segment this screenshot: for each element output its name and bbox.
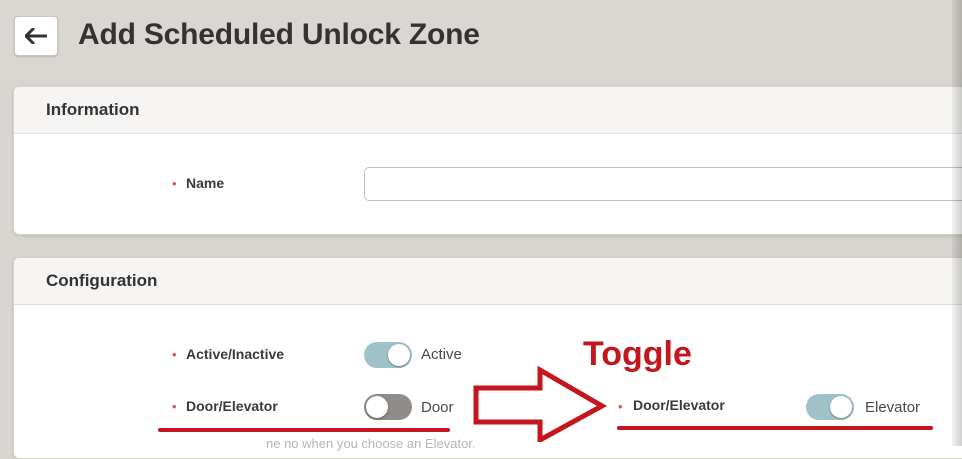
required-mark: •: [172, 347, 177, 362]
underline-door: [158, 428, 450, 432]
door-toggle[interactable]: [364, 394, 412, 420]
toggle-knob: [388, 344, 410, 366]
required-mark: •: [172, 399, 177, 414]
door-elevator-label-right: Door/Elevator: [633, 397, 725, 413]
page-header: Add Scheduled Unlock Zone: [0, 0, 962, 78]
door-state-text: Door: [421, 399, 454, 416]
back-button[interactable]: [14, 16, 58, 56]
page-title: Add Scheduled Unlock Zone: [78, 18, 480, 51]
name-input[interactable]: [364, 167, 962, 201]
elevator-state-text: Elevator: [865, 399, 921, 416]
toggle-knob: [366, 396, 388, 418]
elevator-toggle[interactable]: [806, 394, 854, 420]
active-toggle[interactable]: [364, 342, 412, 368]
active-inactive-label: Active/Inactive: [186, 346, 285, 362]
name-label: Name: [186, 175, 225, 191]
information-header: Information: [14, 87, 962, 134]
toggle-knob: [830, 396, 852, 418]
footer-hint: ne no when you choose an Elevator.: [266, 436, 476, 451]
information-title: Information: [46, 100, 140, 119]
arrow-left-icon: [25, 28, 47, 44]
underline-elevator: [617, 426, 933, 430]
door-elevator-label: Door/Elevator: [186, 398, 278, 414]
configuration-header: Configuration: [14, 258, 962, 305]
information-panel: Information • Name: [13, 86, 962, 235]
arrow-right-outline-icon: [473, 366, 608, 442]
configuration-title: Configuration: [46, 271, 158, 290]
right-edge-shadow: [952, 0, 962, 446]
required-mark: •: [172, 176, 177, 191]
required-mark: •: [618, 399, 623, 414]
active-state-text: Active: [421, 346, 462, 363]
